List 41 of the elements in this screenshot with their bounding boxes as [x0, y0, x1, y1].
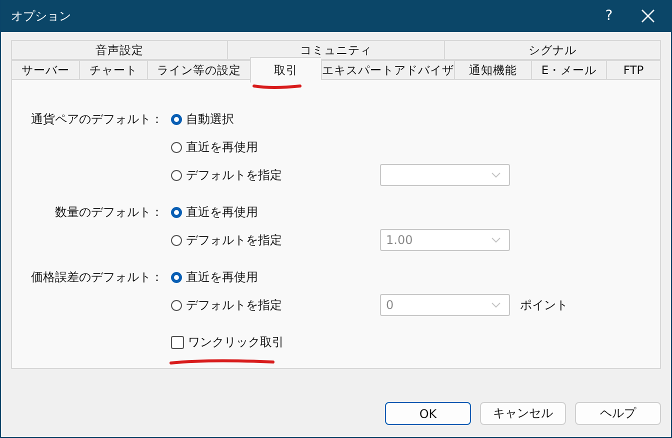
tab[interactable]: 取引	[250, 57, 321, 83]
tab[interactable]: チャート	[79, 60, 147, 80]
radio-button[interactable]	[171, 170, 182, 180]
caret-icon	[491, 172, 501, 178]
tab[interactable]: 音声設定	[11, 40, 228, 60]
radio-button[interactable]	[171, 114, 182, 124]
help-button[interactable]: ?	[589, 0, 629, 32]
caret-icon	[491, 237, 501, 243]
radio-option[interactable]: デフォルトを指定	[171, 166, 282, 184]
radio-option[interactable]: 直近を再使用	[171, 204, 258, 220]
checkbox-option[interactable]: ワンクリック取引	[171, 334, 284, 350]
tab[interactable]: E・メール	[531, 60, 606, 80]
radio-option[interactable]: 直近を再使用	[171, 268, 258, 286]
radio-option[interactable]: デフォルトを指定	[171, 296, 282, 314]
field-label: 数量のデフォルト：	[55, 204, 163, 220]
tab[interactable]: エキスパートアドバイザ	[321, 60, 454, 80]
caret-icon	[491, 302, 501, 308]
radio-button[interactable]	[171, 206, 182, 218]
hand-drawn-underline	[252, 82, 302, 90]
radio-option[interactable]: 自動選択	[171, 110, 234, 128]
tab[interactable]: サーバー	[11, 60, 79, 80]
dialog-button[interactable]: ヘルプ	[575, 402, 661, 425]
field-label: 価格誤差のデフォルト：	[31, 268, 163, 286]
checkbox[interactable]	[171, 336, 184, 348]
dialog-button[interactable]: OK	[385, 402, 471, 425]
tab[interactable]: シグナル	[444, 40, 661, 60]
close-icon[interactable]	[641, 9, 655, 23]
tab[interactable]: ライン等の設定	[147, 60, 250, 80]
radio-button[interactable]	[171, 234, 182, 246]
radio-button[interactable]	[171, 272, 182, 282]
dialog-button[interactable]: キャンセル	[480, 402, 566, 425]
tab[interactable]: コミュニティ	[227, 40, 444, 60]
window-title: オプション	[11, 8, 72, 24]
tab[interactable]: 通知機能	[454, 60, 531, 80]
radio-button[interactable]	[171, 300, 182, 310]
unit-label: ポイント	[520, 298, 568, 312]
radio-button[interactable]	[171, 142, 182, 152]
field-label: 通貨ペアのデフォルト：	[31, 110, 163, 128]
tab[interactable]: FTP	[606, 60, 661, 80]
radio-option[interactable]: 直近を再使用	[171, 138, 258, 156]
radio-option[interactable]: デフォルトを指定	[171, 232, 282, 248]
